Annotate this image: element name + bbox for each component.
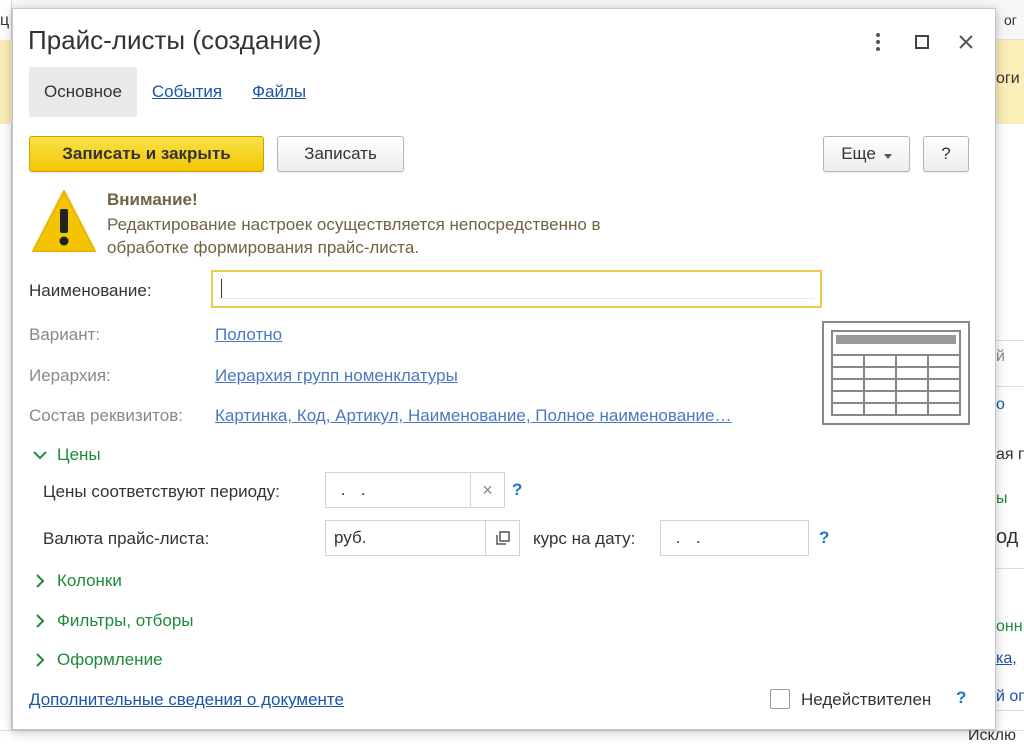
name-label: Наименование:: [29, 281, 152, 300]
warning-title: Внимание!: [107, 190, 198, 209]
hierarchy-label: Иерархия:: [29, 366, 111, 385]
table-preview-icon: [822, 321, 970, 425]
tab-main[interactable]: Основное: [29, 67, 137, 117]
bg-left-edge: [0, 0, 12, 748]
bg-fragment: ц: [0, 12, 10, 29]
prices-group-toggle[interactable]: Цены: [33, 445, 101, 465]
bg-fragment: й: [996, 348, 1005, 365]
filters-group-label: Фильтры, отборы: [57, 611, 194, 630]
bg-fragment: ка,: [996, 650, 1017, 667]
currency-value: руб.: [334, 528, 367, 547]
chevron-down-icon: [33, 448, 47, 462]
additional-info-link[interactable]: Дополнительные сведения о документе: [29, 690, 344, 710]
currency-label: Валюта прайс-листа:: [43, 529, 210, 548]
help-button[interactable]: ?: [923, 136, 969, 172]
save-and-close-button[interactable]: Записать и закрыть: [29, 136, 264, 172]
text-cursor: [221, 279, 222, 299]
hierarchy-link[interactable]: Иерархия групп номенклатуры: [215, 366, 458, 386]
rate-help-icon[interactable]: ?: [819, 528, 829, 548]
columns-group-toggle[interactable]: Колонки: [33, 571, 122, 591]
price-period-input[interactable]: . . ×: [325, 472, 505, 508]
filters-group-toggle[interactable]: Фильтры, отборы: [33, 611, 194, 631]
chevron-right-icon: [33, 614, 47, 628]
warning-text-line: Редактирование настроек осуществляется н…: [107, 215, 601, 234]
name-input[interactable]: [211, 270, 822, 308]
rate-date-input[interactable]: . .: [660, 520, 809, 556]
bg-fragment: о: [996, 396, 1005, 413]
chevron-right-icon: [33, 574, 47, 588]
tab-files[interactable]: Файлы: [237, 67, 321, 117]
price-list-dialog: Прайс-листы (создание) Основное События …: [12, 8, 996, 730]
open-form-icon[interactable]: [485, 521, 519, 555]
requisites-label: Состав реквизитов:: [29, 406, 184, 425]
prices-group-label: Цены: [57, 445, 101, 464]
rate-date-label: курс на дату:: [533, 529, 636, 548]
price-period-label: Цены соответствуют периоду:: [43, 482, 280, 501]
period-help-icon[interactable]: ?: [512, 480, 522, 500]
variant-label: Вариант:: [29, 325, 101, 344]
tab-events[interactable]: События: [137, 67, 237, 117]
save-button[interactable]: Записать: [277, 136, 404, 172]
dialog-title: Прайс-листы (создание): [28, 25, 322, 55]
more-vert-icon[interactable]: [861, 27, 895, 57]
invalid-label: Недействителен: [801, 690, 932, 709]
bg-fragment: онн: [996, 618, 1023, 635]
currency-input[interactable]: руб.: [325, 520, 520, 556]
warning-icon: [31, 187, 97, 255]
title-tools: [861, 27, 983, 57]
bg-fragment: од: [996, 526, 1019, 548]
variant-link[interactable]: Полотно: [215, 325, 282, 345]
columns-group-label: Колонки: [57, 571, 122, 590]
chevron-right-icon: [33, 653, 47, 667]
warning-text: Редактирование настроек осуществляется н…: [107, 213, 707, 259]
design-group-label: Оформление: [57, 650, 163, 669]
clear-icon[interactable]: ×: [470, 473, 504, 507]
maximize-icon[interactable]: [905, 27, 939, 57]
invalid-help-icon[interactable]: ?: [956, 688, 966, 708]
requisites-link[interactable]: Картинка, Код, Артикул, Наименование, По…: [215, 406, 731, 426]
dropdown-arrow-icon: [883, 144, 892, 164]
invalid-checkbox[interactable]: [770, 689, 790, 709]
design-group-toggle[interactable]: Оформление: [33, 650, 163, 670]
price-period-value: . .: [334, 480, 368, 499]
bg-fragment: й оп: [996, 688, 1024, 705]
bg-fragment: ая п: [996, 446, 1024, 463]
rate-date-value: . .: [669, 528, 703, 547]
close-icon[interactable]: [949, 27, 983, 57]
tab-bar: Основное События Файлы: [29, 67, 321, 117]
bg-fragment: ы: [996, 490, 1008, 507]
bg-fragment: ог: [1004, 12, 1017, 28]
bg-fragment: оги: [996, 70, 1020, 87]
bg-bottom-strip: Исклю: [0, 727, 1024, 748]
more-button-label: Еще: [841, 144, 876, 163]
more-button[interactable]: Еще: [823, 136, 910, 172]
bg-right-panel: й о ая п ы од онн ка, й оп: [996, 124, 1024, 748]
warning-text-line: обработке формирования прайс-листа.: [107, 238, 420, 257]
